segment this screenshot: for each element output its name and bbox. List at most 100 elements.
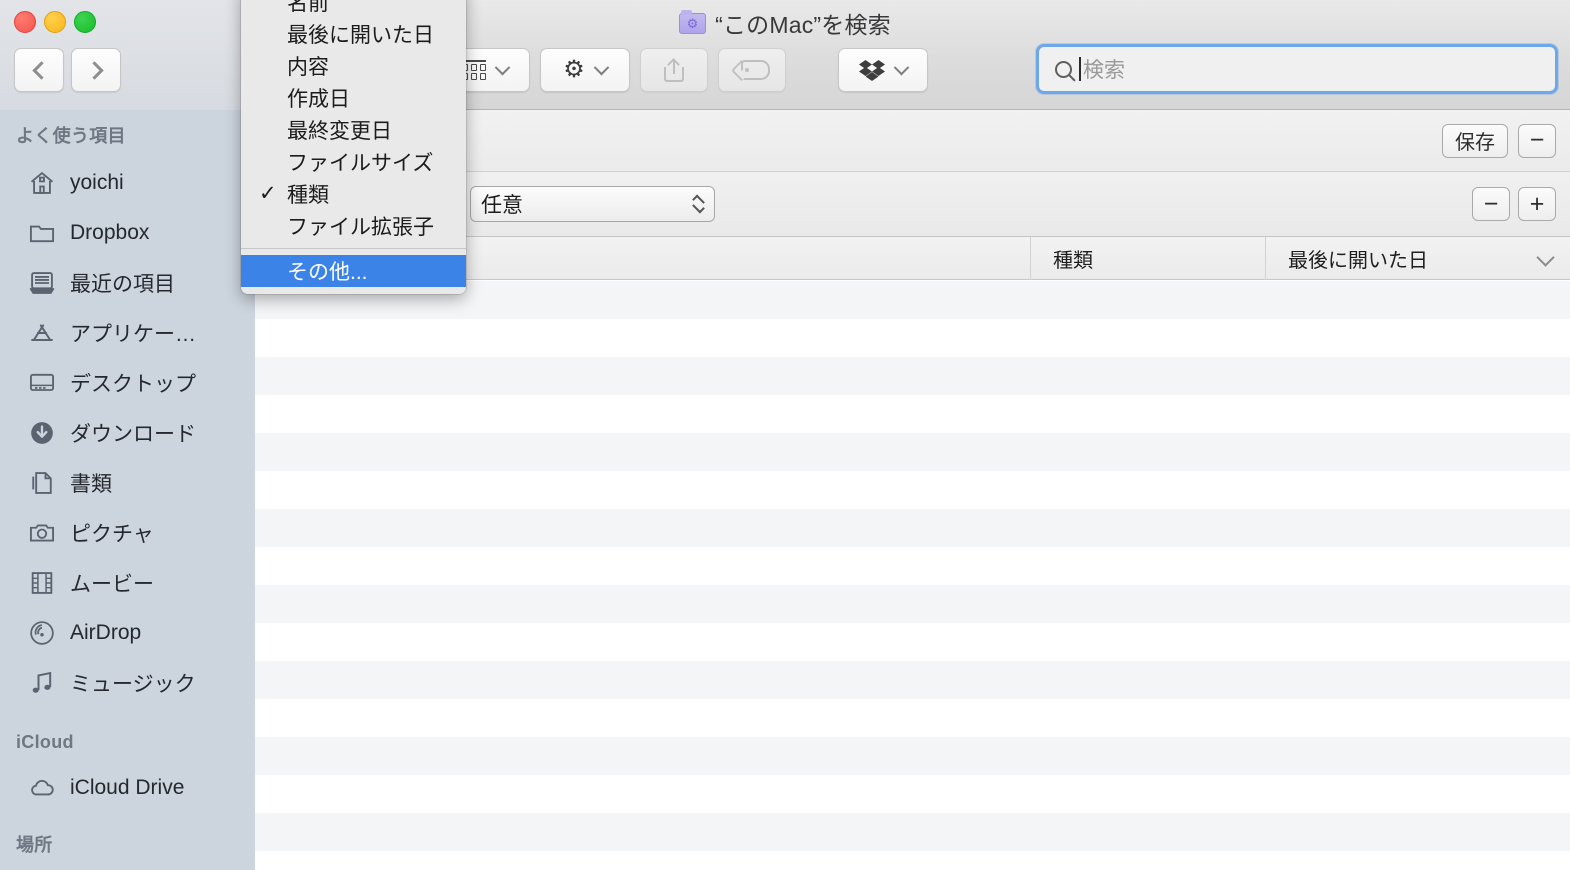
applications-icon — [27, 318, 57, 348]
airdrop-icon — [27, 618, 57, 648]
menu-item-contents[interactable]: 内容 — [241, 50, 466, 82]
sidebar-item-label: デスクトップ — [70, 373, 196, 396]
desktop-icon — [27, 368, 57, 398]
sidebar-item-label: yoichi — [70, 171, 124, 194]
menu-item-created[interactable]: 作成日 — [241, 82, 466, 114]
sidebar-item-label: ダウンロード — [70, 423, 196, 446]
search-field[interactable]: 検索 — [1036, 44, 1558, 94]
sidebar-item-label: 書類 — [70, 473, 112, 496]
menu-item-label: ファイルサイズ — [287, 152, 434, 175]
sidebar-item-yoichi[interactable]: yoichi — [0, 158, 255, 208]
sidebar-item-applications[interactable]: アプリケー… — [0, 308, 255, 358]
forward-button[interactable] — [71, 48, 121, 92]
sidebar-section-header-icloud: iCloud — [16, 732, 74, 752]
recents-icon — [27, 268, 57, 298]
list-row — [255, 623, 1570, 661]
chevron-down-icon — [893, 59, 910, 75]
remove-criteria-button[interactable]: − — [1518, 123, 1556, 158]
sidebar-item-label: iCloud Drive — [70, 776, 185, 799]
movies-icon — [27, 568, 57, 598]
remove-row-button[interactable]: − — [1472, 187, 1510, 221]
dropbox-button[interactable] — [838, 48, 928, 92]
list-row — [255, 813, 1570, 851]
finder-window: ⚙ “このMac”を検索 ⚙ 検索 よく使う項目 yoichi Dropbox … — [0, 0, 1570, 870]
attribute-popup-button[interactable]: 任意 — [470, 186, 715, 222]
list-row — [255, 433, 1570, 471]
sidebar[interactable]: よく使う項目 yoichi Dropbox 最近の項目 アプリケー… デスクトッ… — [0, 110, 255, 870]
stepper-chevrons-icon — [692, 194, 705, 214]
search-icon — [1055, 60, 1072, 78]
menu-item-other[interactable]: その他... — [241, 255, 466, 287]
sidebar-item-downloads[interactable]: ダウンロード — [0, 408, 255, 458]
add-row-button[interactable]: + — [1518, 187, 1556, 221]
list-row — [255, 471, 1570, 509]
list-row — [255, 661, 1570, 699]
gear-icon: ⚙ — [563, 56, 585, 83]
chevron-down-icon[interactable] — [1536, 247, 1555, 267]
sidebar-section-header-locations: 場所 — [16, 835, 53, 855]
sidebar-item-recents[interactable]: 最近の項目 — [0, 258, 255, 308]
toolbar: ⚙ — [440, 48, 938, 92]
column-header-kind[interactable]: 種類 — [1030, 236, 1265, 280]
list-row — [255, 547, 1570, 585]
save-button[interactable]: 保存 — [1442, 123, 1508, 158]
chevron-down-icon — [593, 59, 610, 75]
navigation-buttons — [14, 48, 121, 92]
column-header-label: 最後に開いた日 — [1288, 249, 1428, 272]
list-row — [255, 851, 1570, 870]
list-row — [255, 775, 1570, 813]
sidebar-item-documents[interactable]: 書類 — [0, 458, 255, 508]
sidebar-section-header-favorites: よく使う項目 — [16, 126, 126, 146]
action-menu-button[interactable]: ⚙ — [540, 48, 630, 92]
sidebar-item-dropbox[interactable]: Dropbox — [0, 208, 255, 258]
attribute-dropdown-menu[interactable]: 名前 最後に開いた日 内容 作成日 最終変更日 ファイルサイズ ✓ 種類 ファイ… — [241, 0, 466, 294]
sidebar-item-desktop[interactable]: デスクトップ — [0, 358, 255, 408]
smart-folder-icon: ⚙ — [679, 9, 707, 34]
menu-separator — [241, 248, 466, 249]
criteria-row-actions: − + — [1472, 187, 1570, 221]
sidebar-item-movies[interactable]: ムービー — [0, 558, 255, 608]
sidebar-item-music[interactable]: ミュージック — [0, 658, 255, 708]
sidebar-item-label: Dropbox — [70, 221, 150, 244]
chevron-right-icon — [84, 60, 104, 80]
menu-item-name[interactable]: 名前 — [241, 0, 466, 18]
text-caret — [1079, 57, 1081, 81]
list-row — [255, 737, 1570, 775]
tag-icon — [730, 59, 770, 81]
menu-item-file-extension[interactable]: ファイル拡張子 — [241, 210, 466, 242]
sidebar-item-label: AirDrop — [70, 621, 142, 644]
tag-button[interactable] — [718, 48, 786, 92]
file-list[interactable] — [255, 281, 1570, 870]
downloads-icon — [27, 418, 57, 448]
menu-item-file-size[interactable]: ファイルサイズ — [241, 146, 466, 178]
sidebar-item-label: アプリケー… — [70, 323, 196, 346]
list-row — [255, 357, 1570, 395]
menu-item-label: 最後に開いた日 — [287, 24, 434, 47]
column-header-date-last-opened[interactable]: 最後に開いた日 — [1265, 236, 1570, 280]
menu-item-label: 最終変更日 — [287, 120, 392, 143]
back-button[interactable] — [14, 48, 64, 92]
menu-item-last-opened[interactable]: 最後に開いた日 — [241, 18, 466, 50]
share-button[interactable] — [640, 48, 708, 92]
attribute-popup-value: 任意 — [481, 194, 523, 217]
sidebar-item-label: ピクチャ — [70, 523, 154, 546]
list-row — [255, 699, 1570, 737]
chevron-left-icon — [31, 60, 51, 80]
menu-item-label: 種類 — [287, 184, 329, 207]
menu-item-label: 名前 — [287, 0, 329, 15]
menu-item-kind[interactable]: ✓ 種類 — [241, 178, 466, 210]
list-row — [255, 509, 1570, 547]
sidebar-item-airdrop[interactable]: AirDrop — [0, 608, 255, 658]
menu-item-label: 内容 — [287, 56, 329, 79]
titlebar: ⚙ “このMac”を検索 ⚙ 検索 — [0, 0, 1570, 110]
search-input[interactable]: 検索 — [1083, 54, 1125, 84]
criteria-actions: 保存 − — [1442, 123, 1570, 158]
list-row — [255, 395, 1570, 433]
window-title-text: “このMac”を検索 — [715, 12, 891, 38]
sidebar-item-pictures[interactable]: ピクチャ — [0, 508, 255, 558]
list-row — [255, 319, 1570, 357]
list-row — [255, 585, 1570, 623]
music-icon — [27, 668, 57, 698]
menu-item-modified[interactable]: 最終変更日 — [241, 114, 466, 146]
sidebar-item-icloud-drive[interactable]: iCloud Drive — [0, 763, 255, 813]
